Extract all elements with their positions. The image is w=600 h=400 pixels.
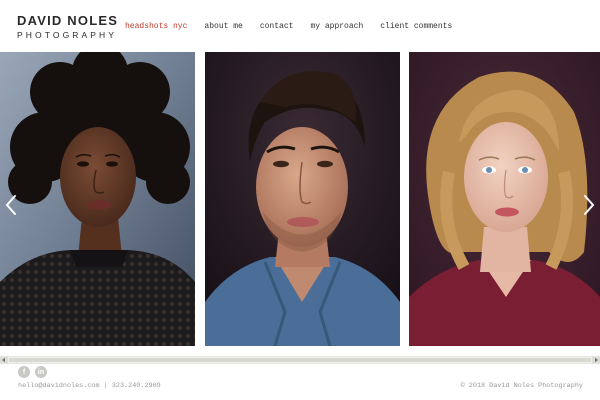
nav-item-my-approach[interactable]: my approach — [310, 22, 363, 31]
scroll-right-icon — [595, 358, 598, 362]
nav-item-about-me[interactable]: about me — [204, 22, 242, 31]
photo-gallery — [0, 52, 600, 346]
scroll-right-button[interactable] — [592, 357, 600, 363]
brand-subtitle: PHOTOGRAPHY — [17, 30, 118, 40]
gallery-photo[interactable] — [0, 52, 195, 346]
brand-name: DAVID NOLES — [17, 13, 119, 28]
horizontal-scrollbar[interactable] — [0, 356, 600, 364]
chevron-right-icon — [584, 195, 595, 215]
linkedin-icon[interactable]: in — [35, 366, 47, 378]
nav-item-headshots-nyc[interactable]: headshots nyc — [125, 22, 187, 31]
main-nav: headshots nyc about me contact my approa… — [125, 22, 452, 31]
scroll-left-icon — [2, 358, 5, 362]
footer-contact[interactable]: hello@davidnoles.com | 323.240.2969 — [18, 382, 161, 390]
gallery-photo[interactable] — [409, 52, 600, 346]
site-logo[interactable]: DAVID NOLES PHOTOGRAPHY — [17, 13, 119, 41]
chevron-left-icon — [5, 195, 16, 215]
scrollbar-thumb[interactable] — [9, 358, 591, 362]
gallery-prev-button[interactable] — [4, 194, 18, 216]
social-links: f in — [18, 366, 47, 378]
gallery-next-button[interactable] — [582, 194, 596, 216]
scroll-left-button[interactable] — [0, 357, 8, 363]
nav-item-contact[interactable]: contact — [260, 22, 294, 31]
footer-copyright: © 2018 David Noles Photography — [460, 382, 583, 390]
facebook-icon[interactable]: f — [18, 366, 30, 378]
gallery-photo[interactable] — [205, 52, 400, 346]
nav-item-client-comments[interactable]: client comments — [380, 22, 452, 31]
